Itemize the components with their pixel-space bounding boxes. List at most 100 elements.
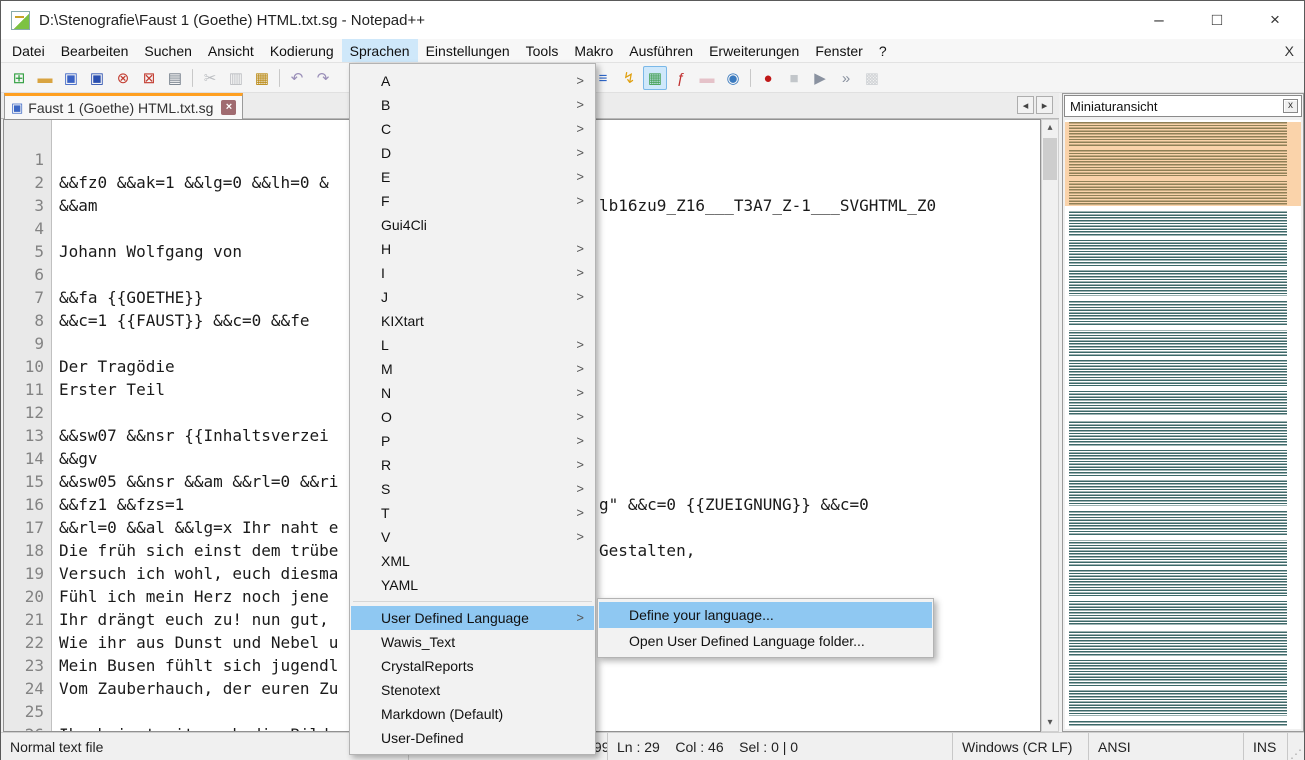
- menu-bar-item[interactable]: Ansicht: [200, 39, 262, 62]
- language-menu-item[interactable]: C >: [351, 117, 594, 141]
- tab-scroll-right-icon[interactable]: ▸: [1036, 96, 1053, 114]
- record-macro-icon[interactable]: ●: [756, 66, 780, 90]
- line-number: 26: [4, 723, 44, 732]
- document-map-viewport[interactable]: [1065, 122, 1301, 206]
- language-menu-item[interactable]: A >: [351, 69, 594, 93]
- save-all-icon[interactable]: ▣: [85, 66, 109, 90]
- language-menu-item[interactable]: Markdown (Default): [351, 702, 594, 726]
- language-menu-item[interactable]: YAML: [351, 573, 594, 597]
- toolbar-icon[interactable]: [192, 69, 193, 87]
- save-macro-icon[interactable]: ▩: [860, 66, 884, 90]
- language-menu-item[interactable]: M >: [351, 357, 594, 381]
- close-button[interactable]: ×: [1246, 1, 1304, 39]
- submenu-arrow-icon: >: [576, 477, 584, 501]
- copy-icon[interactable]: ▥: [224, 66, 248, 90]
- close-document-icon[interactable]: ⊗: [111, 66, 135, 90]
- language-menu-item[interactable]: L >: [351, 333, 594, 357]
- toolbar-icon[interactable]: [279, 69, 280, 87]
- menu-bar-item[interactable]: Datei: [4, 39, 53, 62]
- language-menu-item[interactable]: E >: [351, 165, 594, 189]
- undo-icon[interactable]: ↶: [285, 66, 309, 90]
- save-icon[interactable]: ▣: [59, 66, 83, 90]
- language-menu-item[interactable]: J >: [351, 285, 594, 309]
- menu-bar-item[interactable]: Erweiterungen: [701, 39, 807, 62]
- editor-vertical-scrollbar[interactable]: ▴ ▾: [1041, 119, 1059, 732]
- menu-bar-item[interactable]: Kodierung: [262, 39, 342, 62]
- document-map-icon[interactable]: ▦: [643, 66, 667, 90]
- document-map-body[interactable]: [1065, 120, 1301, 729]
- maximize-button[interactable]: □: [1188, 1, 1246, 39]
- document-map-close-icon[interactable]: x: [1283, 99, 1298, 113]
- language-menu-item[interactable]: S >: [351, 477, 594, 501]
- cut-icon[interactable]: ✂: [198, 66, 222, 90]
- tab-close-icon[interactable]: ×: [221, 100, 236, 115]
- open-file-icon[interactable]: ▬: [33, 66, 57, 90]
- menu-bar: Datei Bearbeiten Suchen Ansicht Kodierun…: [1, 39, 1304, 63]
- language-menu-item[interactable]: KIXtart: [351, 309, 594, 333]
- submenu-arrow-icon: >: [576, 285, 584, 309]
- play-macro-icon[interactable]: ▶: [808, 66, 832, 90]
- print-icon[interactable]: ▤: [163, 66, 187, 90]
- paste-icon[interactable]: ▦: [250, 66, 274, 90]
- menu-bar-item[interactable]: Makro: [566, 39, 621, 62]
- language-menu-item[interactable]: User Defined Language >: [351, 606, 594, 630]
- tab-scroll-left-icon[interactable]: ◂: [1017, 96, 1034, 114]
- language-menu-item[interactable]: R >: [351, 453, 594, 477]
- language-menu-item[interactable]: F >: [351, 189, 594, 213]
- menu-bar-item[interactable]: ?: [871, 39, 895, 62]
- language-menu-item[interactable]: P >: [351, 429, 594, 453]
- close-document-x[interactable]: X: [1285, 39, 1294, 63]
- status-insert-mode[interactable]: INS: [1244, 733, 1288, 760]
- minimize-button[interactable]: –: [1130, 1, 1188, 39]
- language-menu-item[interactable]: Gui4Cli: [351, 213, 594, 237]
- language-menu-item[interactable]: Wawis_Text: [351, 630, 594, 654]
- menu-bar-item[interactable]: Ausführen: [621, 39, 701, 62]
- scroll-up-icon[interactable]: ▴: [1042, 120, 1058, 136]
- language-menu-item[interactable]: Stenotext: [351, 678, 594, 702]
- run-macro-multiple-icon[interactable]: »: [834, 66, 858, 90]
- status-caret-position: Ln : 29 Col : 46 Sel : 0 | 0: [608, 733, 953, 760]
- language-menu-item[interactable]: CrystalReports: [351, 654, 594, 678]
- scrollbar-thumb[interactable]: [1043, 138, 1057, 180]
- tab-faust[interactable]: ▣ Faust 1 (Goethe) HTML.txt.sg ×: [4, 93, 243, 119]
- language-menu-item[interactable]: V >: [351, 525, 594, 549]
- window-title: D:\Stenografie\Faust 1 (Goethe) HTML.txt…: [39, 12, 425, 29]
- stop-macro-icon[interactable]: ■: [782, 66, 806, 90]
- menu-bar-item[interactable]: Tools: [518, 39, 567, 62]
- language-menu-item[interactable]: XML: [351, 549, 594, 573]
- language-menu-item[interactable]: [353, 601, 592, 602]
- scroll-down-icon[interactable]: ▾: [1042, 715, 1058, 731]
- submenu-arrow-icon: >: [576, 141, 584, 165]
- submenu-item[interactable]: Define your language...: [599, 602, 932, 628]
- menu-bar-item[interactable]: Suchen: [136, 39, 199, 62]
- language-menu-item[interactable]: I >: [351, 261, 594, 285]
- redo-icon[interactable]: ↷: [311, 66, 335, 90]
- menu-bar-item[interactable]: Fenster: [807, 39, 870, 62]
- submenu-item[interactable]: Open User Defined Language folder...: [599, 628, 932, 654]
- menu-bar-item[interactable]: Sprachen: [342, 39, 418, 62]
- close-all-documents-icon[interactable]: ⊠: [137, 66, 161, 90]
- language-menu-item[interactable]: N >: [351, 381, 594, 405]
- toolbar-icon[interactable]: [750, 69, 751, 87]
- language-menu-item[interactable]: H >: [351, 237, 594, 261]
- languages-menu: A > B > C > D > E > F: [349, 63, 596, 755]
- submenu-arrow-icon: >: [576, 501, 584, 525]
- folder-as-workspace-icon[interactable]: ▬: [695, 66, 719, 90]
- tab-saved-icon: ▣: [11, 100, 23, 116]
- function-list-icon[interactable]: ƒ: [669, 66, 693, 90]
- run-icon[interactable]: ↯: [617, 66, 641, 90]
- menu-bar-item[interactable]: Bearbeiten: [53, 39, 137, 62]
- language-menu-item[interactable]: D >: [351, 141, 594, 165]
- submenu-arrow-icon: >: [576, 525, 584, 549]
- submenu-arrow-icon: >: [576, 189, 584, 213]
- language-menu-item[interactable]: User-Defined: [351, 726, 594, 750]
- language-menu-item[interactable]: B >: [351, 93, 594, 117]
- language-menu-item[interactable]: T >: [351, 501, 594, 525]
- submenu-arrow-icon: >: [576, 429, 584, 453]
- menu-bar-item[interactable]: Einstellungen: [418, 39, 518, 62]
- submenu-arrow-icon: >: [576, 381, 584, 405]
- new-file-icon[interactable]: ⊞: [7, 66, 31, 90]
- toolbar: ⊞ ▬ ▣ ▣ ⊗ ⊠: [1, 63, 1304, 93]
- language-menu-item[interactable]: O >: [351, 405, 594, 429]
- document-monitoring-icon[interactable]: ◉: [721, 66, 745, 90]
